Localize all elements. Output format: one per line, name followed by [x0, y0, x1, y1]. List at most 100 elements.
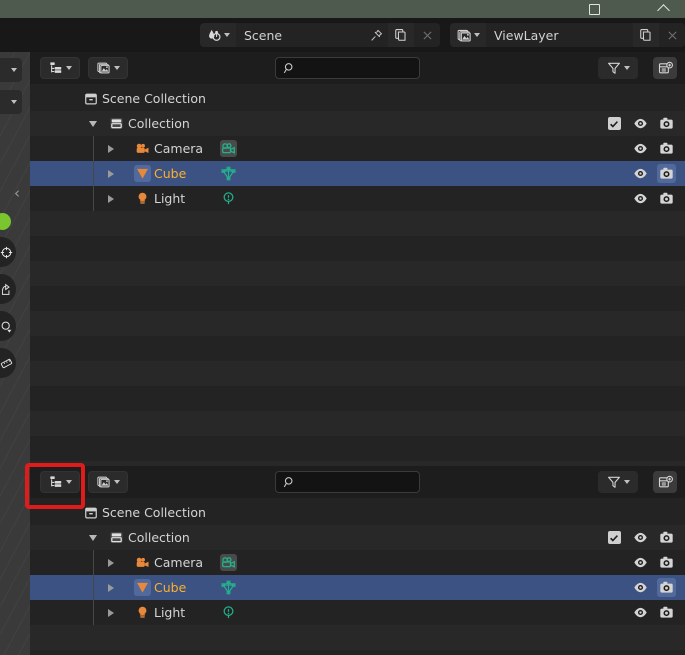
search-field[interactable] — [301, 61, 411, 75]
light-data-icon[interactable] — [220, 190, 237, 207]
pin-icon[interactable] — [364, 23, 388, 47]
outliner-empty-row[interactable] — [30, 261, 685, 286]
outliner-row-light-object[interactable]: Light — [30, 600, 685, 625]
collection-checkbox[interactable] — [601, 117, 627, 130]
camera-object-icon[interactable] — [134, 554, 151, 571]
collection-checkbox[interactable] — [601, 531, 627, 544]
light-object-icon[interactable] — [134, 190, 151, 207]
outliner-row-collection[interactable]: Collection — [30, 111, 685, 136]
outliner-empty-row[interactable] — [30, 361, 685, 386]
outliner-editor-top[interactable]: Scene Collection Collection Camera Cube Ligh… — [30, 52, 685, 486]
disable-in-renders-toggle[interactable] — [653, 553, 679, 572]
scene-selector[interactable]: Scene — [200, 23, 440, 47]
disable-in-renders-toggle[interactable] — [653, 603, 679, 622]
scene-collection-icon[interactable] — [82, 90, 99, 107]
search-field[interactable] — [301, 475, 411, 489]
mesh-object-icon[interactable] — [134, 579, 151, 596]
disable-in-renders-toggle[interactable] — [653, 139, 679, 158]
hide-in-viewport-toggle[interactable] — [627, 530, 653, 545]
hide-in-viewport-toggle[interactable] — [627, 116, 653, 131]
chevron-up-icon[interactable] — [646, 0, 680, 18]
editor-type-dropdown[interactable] — [40, 57, 80, 79]
disclosure-triangle-collapsed[interactable] — [106, 558, 115, 567]
delete-scene-button[interactable] — [414, 23, 440, 47]
outliner-tree-top[interactable]: Scene Collection Collection Camera Cube Ligh… — [30, 86, 685, 486]
outliner-empty-row[interactable] — [30, 286, 685, 311]
chevron-left-icon[interactable]: ‹ — [14, 186, 26, 201]
hide-in-viewport-toggle[interactable] — [627, 605, 653, 620]
rotate-tool-icon[interactable] — [0, 311, 16, 341]
outliner-empty-row[interactable] — [30, 650, 685, 655]
display-mode-dropdown[interactable] — [88, 57, 128, 79]
hide-in-viewport-toggle[interactable] — [627, 166, 653, 181]
disclosure-triangle-collapsed[interactable] — [106, 144, 115, 153]
camera-object-icon[interactable] — [134, 140, 151, 157]
scene-name[interactable]: Scene — [236, 23, 364, 47]
viewlayer-selector[interactable]: ViewLayer — [450, 23, 685, 47]
duplicate-scene-button[interactable] — [388, 23, 414, 47]
disclosure-triangle-expanded[interactable] — [88, 533, 97, 542]
viewport-3d-sliver[interactable]: ‹ — [0, 52, 30, 655]
measure-tool-icon[interactable] — [0, 348, 16, 378]
outliner-empty-row[interactable] — [30, 436, 685, 461]
hide-in-viewport-toggle[interactable] — [627, 580, 653, 595]
disclosure-triangle-collapsed[interactable] — [106, 169, 115, 178]
outliner-empty-row[interactable] — [30, 211, 685, 236]
outliner-empty-row[interactable] — [30, 625, 685, 650]
outliner-row-scene-collection[interactable]: Scene Collection — [30, 500, 685, 525]
outliner-empty-row[interactable] — [30, 386, 685, 411]
duplicate-viewlayer-button[interactable] — [633, 23, 659, 47]
filter-dropdown[interactable] — [598, 471, 638, 493]
camera-data-icon[interactable] — [220, 140, 237, 157]
mesh-data-icon[interactable] — [220, 165, 237, 182]
outliner-empty-row[interactable] — [30, 336, 685, 361]
outliner-row-light-object[interactable]: Light — [30, 186, 685, 211]
scene-icon[interactable] — [200, 23, 236, 47]
outliner-editor-bottom[interactable]: Scene Collection Collection Camera Cube Ligh… — [30, 466, 685, 655]
display-mode-dropdown[interactable] — [88, 471, 128, 493]
move-tool-icon[interactable] — [0, 274, 16, 304]
maximize-icon[interactable] — [577, 0, 611, 18]
cursor-tool-icon[interactable] — [0, 237, 16, 267]
outliner-row-camera-object[interactable]: Camera — [30, 136, 685, 161]
outliner-empty-row[interactable] — [30, 236, 685, 261]
disclosure-triangle-collapsed[interactable] — [106, 583, 115, 592]
disclosure-triangle-expanded[interactable] — [88, 119, 97, 128]
new-collection-icon[interactable] — [653, 471, 677, 493]
light-data-icon[interactable] — [220, 604, 237, 621]
navigation-gizmo[interactable] — [0, 213, 11, 230]
hide-in-viewport-toggle[interactable] — [627, 191, 653, 206]
outliner-row-camera-object[interactable]: Camera — [30, 550, 685, 575]
outliner-row-scene-collection[interactable]: Scene Collection — [30, 86, 685, 111]
mesh-data-icon[interactable] — [220, 579, 237, 596]
collection-icon[interactable] — [108, 115, 125, 132]
disclosure-triangle-collapsed[interactable] — [106, 194, 115, 203]
new-collection-icon[interactable] — [653, 57, 677, 79]
viewlayer-name[interactable]: ViewLayer — [486, 23, 633, 47]
scene-collection-icon[interactable] — [82, 504, 99, 521]
camera-data-icon[interactable] — [220, 554, 237, 571]
collection-icon[interactable] — [108, 529, 125, 546]
light-object-icon[interactable] — [134, 604, 151, 621]
editor-type-dropdown[interactable] — [40, 471, 80, 493]
outliner-empty-row[interactable] — [30, 311, 685, 336]
outliner-tree-bottom[interactable]: Scene Collection Collection Camera Cube Ligh… — [30, 500, 685, 655]
disclosure-triangle-collapsed[interactable] — [106, 608, 115, 617]
outliner-row-mesh-object[interactable]: Cube — [30, 575, 685, 600]
search-input[interactable] — [275, 57, 420, 79]
filter-dropdown[interactable] — [598, 57, 638, 79]
viewlayer-icon[interactable] — [450, 23, 486, 47]
mesh-object-icon[interactable] — [134, 165, 151, 182]
delete-viewlayer-button[interactable] — [659, 23, 685, 47]
hide-in-viewport-toggle[interactable] — [627, 555, 653, 570]
disable-in-renders-toggle[interactable] — [653, 114, 679, 133]
search-input[interactable] — [275, 471, 420, 493]
hide-in-viewport-toggle[interactable] — [627, 141, 653, 156]
outliner-row-mesh-object[interactable]: Cube — [30, 161, 685, 186]
disable-in-renders-toggle[interactable] — [653, 528, 679, 547]
disable-in-renders-toggle[interactable] — [653, 164, 679, 183]
disable-in-renders-toggle[interactable] — [653, 189, 679, 208]
viewport-header-button-1[interactable] — [0, 58, 22, 82]
outliner-empty-row[interactable] — [30, 411, 685, 436]
outliner-row-collection[interactable]: Collection — [30, 525, 685, 550]
